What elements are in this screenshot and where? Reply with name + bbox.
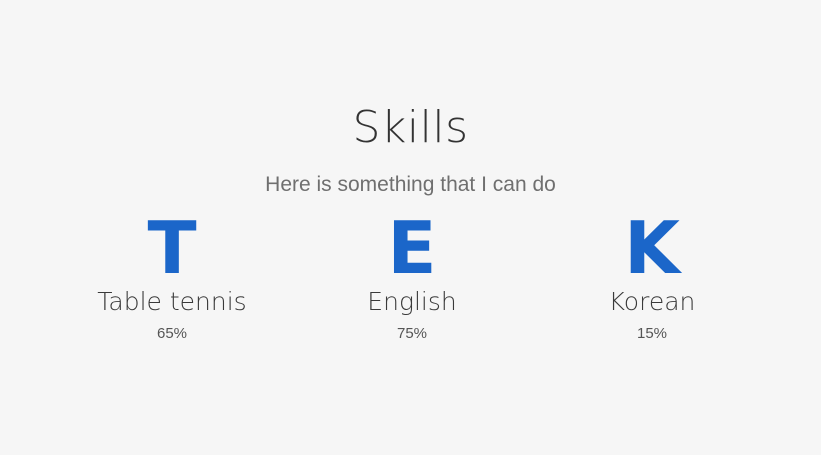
skill-name: English <box>367 287 457 316</box>
skills-section: Skills Here is something that I can do T… <box>0 0 821 455</box>
skill-name: Table tennis <box>97 287 247 316</box>
skill-percent: 15% <box>636 325 668 342</box>
section-subtitle: Here is something that I can do <box>265 173 556 196</box>
skill-letter-icon: K <box>624 206 680 290</box>
skill-percent: 65% <box>156 325 188 342</box>
skill-card-english: E English 75% <box>292 205 532 375</box>
skill-card-table-tennis: T Table tennis 65% <box>52 205 292 375</box>
skill-card-korean: K Korean 15% <box>532 205 772 375</box>
skill-name: Korean <box>608 287 696 316</box>
section-title: Skills <box>352 102 469 153</box>
skill-percent: 75% <box>396 325 428 342</box>
skill-letter-icon: E <box>387 206 437 290</box>
skill-letter-icon: T <box>147 206 197 290</box>
